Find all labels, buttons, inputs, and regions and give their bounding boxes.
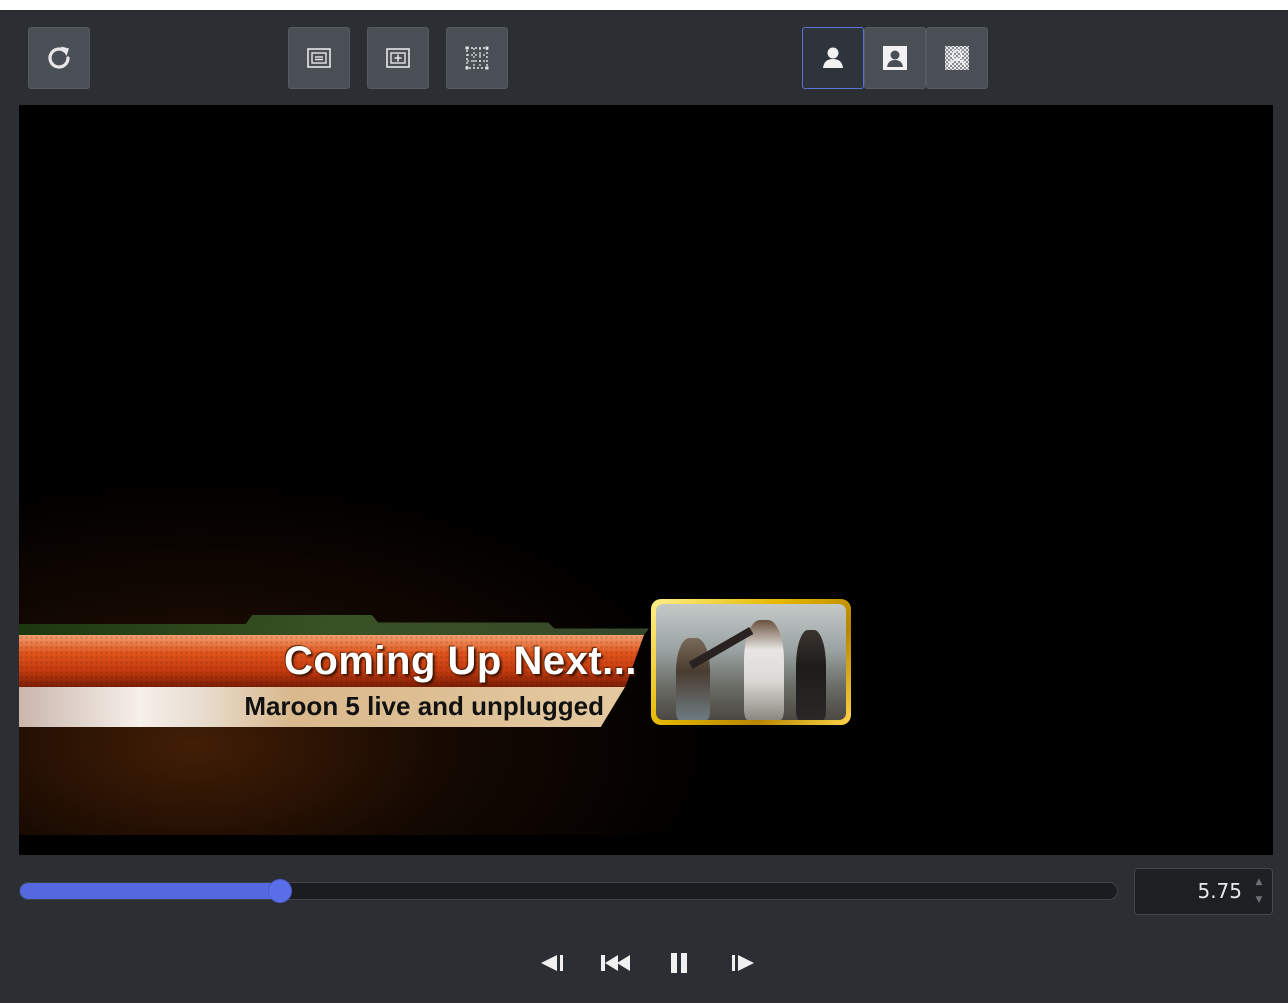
spin-down-arrow-icon[interactable]: ▼ xyxy=(1252,893,1266,907)
user-icon xyxy=(823,47,843,68)
lower-third-thumbnail xyxy=(651,599,851,725)
thumbnail-figure xyxy=(676,638,710,720)
skip-to-start-button[interactable] xyxy=(595,946,637,980)
grid-button[interactable] xyxy=(446,27,508,89)
window-top-edge xyxy=(0,0,1288,10)
action-safe-icon xyxy=(386,48,410,68)
mask-checker-button[interactable] xyxy=(926,27,988,89)
pause-icon xyxy=(671,953,687,973)
mask-user-frame-button[interactable] xyxy=(864,27,926,89)
preview-canvas[interactable]: Coming Up Next... Maroon 5 live and unpl… xyxy=(19,105,1273,855)
skip-to-start-icon xyxy=(601,955,630,971)
graphics-preview-window: Coming Up Next... Maroon 5 live and unpl… xyxy=(0,0,1288,1003)
time-value-input[interactable] xyxy=(1142,869,1242,914)
title-safe-icon xyxy=(307,48,331,68)
timeline-progress-fill xyxy=(20,883,280,899)
user-frame-icon xyxy=(883,46,907,70)
reload-button[interactable] xyxy=(28,27,90,89)
action-safe-button[interactable] xyxy=(367,27,429,89)
pause-button[interactable] xyxy=(661,946,697,980)
step-forward-icon xyxy=(732,955,754,971)
thumbnail-figure xyxy=(796,630,826,720)
timeline-slider-handle[interactable] xyxy=(267,879,292,903)
grid-icon xyxy=(465,46,489,70)
thumbnail-image xyxy=(656,604,846,720)
step-forward-button[interactable] xyxy=(724,946,762,980)
step-back-icon xyxy=(541,955,563,971)
lower-third-subtitle: Maroon 5 live and unplugged xyxy=(244,691,604,721)
title-safe-button[interactable] xyxy=(288,27,350,89)
time-spinbox[interactable]: ▲ ▼ xyxy=(1134,868,1273,915)
reload-icon xyxy=(48,46,70,69)
mask-user-button[interactable] xyxy=(802,27,864,89)
step-back-button[interactable] xyxy=(533,946,571,980)
checker-icon xyxy=(945,46,969,70)
spin-up-arrow-icon[interactable]: ▲ xyxy=(1252,875,1266,889)
timeline-slider[interactable] xyxy=(19,879,1118,903)
lower-third-title: Coming Up Next... xyxy=(284,639,637,683)
lower-third-graphic: Coming Up Next... Maroon 5 live and unpl… xyxy=(19,475,919,835)
